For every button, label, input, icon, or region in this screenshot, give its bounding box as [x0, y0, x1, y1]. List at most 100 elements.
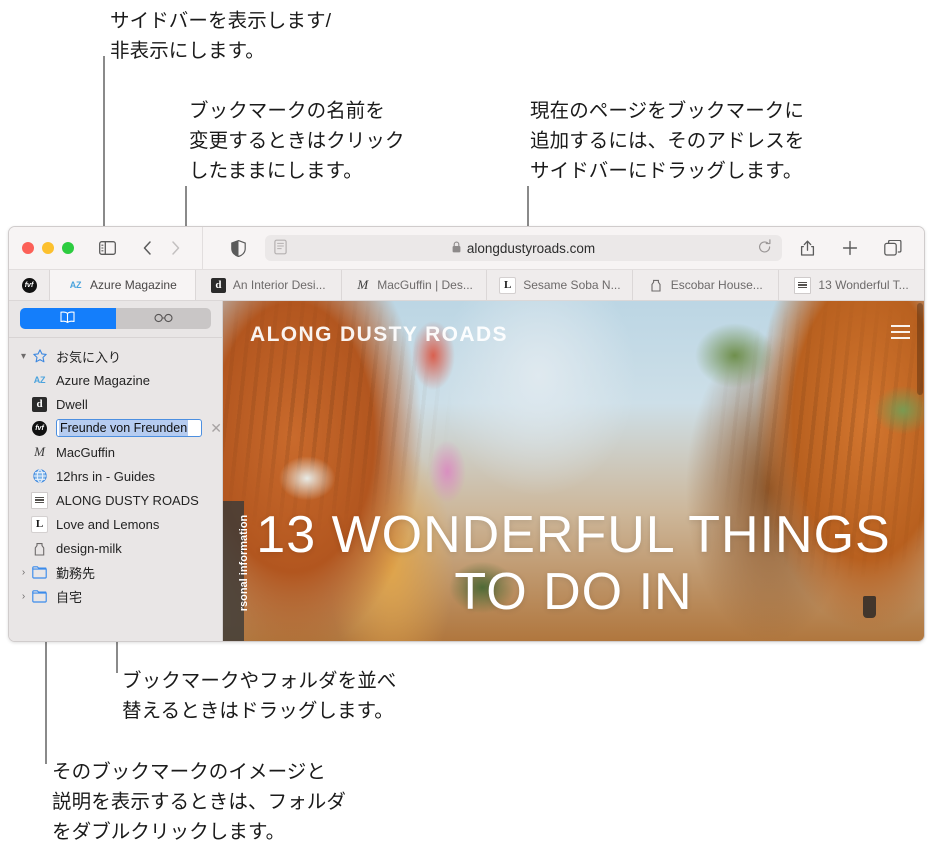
reader-view-icon[interactable]: [274, 239, 287, 260]
hamburger-icon[interactable]: [891, 325, 910, 339]
lock-icon: [452, 241, 461, 256]
folder-label: 勤務先: [56, 563, 95, 582]
macguffin-icon: M: [30, 444, 49, 461]
az-icon: AZ: [68, 278, 83, 293]
tab-13-wonderful-things[interactable]: 13 Wonderful T...: [779, 270, 924, 300]
bookmark-folder-row-home[interactable]: › 自宅: [9, 584, 222, 608]
bookmarks-sidebar: ▾ お気に入り AZ Azure Magazine d Dwell: [9, 301, 223, 642]
folder-icon: [30, 564, 49, 581]
bookmark-label: ALONG DUSTY ROADS: [56, 493, 199, 508]
tab-overview-icon[interactable]: [878, 235, 908, 261]
web-page-content: ALONG DUSTY ROADS 13 WONDERFUL THINGS TO…: [223, 301, 924, 642]
chevron-right-icon[interactable]: ›: [17, 567, 30, 578]
bookmarks-group-favorites[interactable]: ▾ お気に入り: [9, 344, 222, 368]
bookmark-row-12hrs-in-guides[interactable]: 12hrs in - Guides: [9, 464, 222, 488]
segment-bookmarks[interactable]: [20, 308, 116, 329]
toolbar-right-actions: [792, 235, 908, 261]
bookmark-row-design-milk[interactable]: design-milk: [9, 536, 222, 560]
bookmark-rename-value: Freunde von Freunden: [59, 420, 188, 436]
tab-escobar-house[interactable]: Escobar House...: [633, 270, 779, 300]
bookmark-rename-input[interactable]: Freunde von Freunden: [56, 419, 202, 437]
sidebar-segmented-control-wrap: [9, 301, 222, 338]
chevron-right-icon[interactable]: [160, 235, 190, 261]
annotation-reorder: ブックマークやフォルダを並べ 替えるときはドラッグします。: [122, 666, 396, 726]
street-lamp-decor: [863, 596, 876, 618]
group-label: お気に入り: [56, 347, 121, 366]
url-text: alongdustyroads.com: [467, 241, 595, 256]
macguffin-icon: M: [355, 278, 370, 293]
along-dusty-roads-icon: [30, 492, 49, 509]
bookmark-row-freunde-von-freunden[interactable]: fvf Freunde von Freunden ✕: [9, 416, 222, 440]
bookmark-label: Dwell: [56, 397, 88, 412]
zoom-window-button[interactable]: [62, 242, 74, 254]
annotation-add-bookmark: 現在のページをブックマークに 追加するには、そのアドレスを サイドバーにドラッグ…: [530, 96, 804, 186]
chevron-down-icon[interactable]: ▾: [17, 351, 30, 362]
fvf-icon: fvf: [22, 278, 37, 293]
url-display[interactable]: alongdustyroads.com: [452, 241, 595, 256]
glasses-icon: [154, 310, 173, 328]
fvf-icon: fvf: [30, 420, 49, 437]
folder-icon: [30, 588, 49, 605]
bookmark-row-dwell[interactable]: d Dwell: [9, 392, 222, 416]
tab-label: Sesame Soba N...: [523, 278, 620, 292]
tab-label: An Interior Desi...: [233, 278, 326, 292]
love-lemons-icon: L: [30, 516, 49, 533]
tab-label: MacGuffin | Des...: [377, 278, 473, 292]
privacy-shield-icon[interactable]: [223, 235, 253, 261]
bookmark-label: Azure Magazine: [56, 373, 150, 388]
tab-label: Escobar House...: [671, 278, 763, 292]
bookmark-label: design-milk: [56, 541, 122, 556]
star-icon: [30, 348, 49, 365]
safari-window: alongdustyroads.com: [8, 226, 925, 642]
bookmark-row-azure-magazine[interactable]: AZ Azure Magazine: [9, 368, 222, 392]
minimize-window-button[interactable]: [42, 242, 54, 254]
toolbar-divider: [202, 227, 203, 269]
annotation-sidebar-toggle: サイドバーを表示します/ 非表示にします。: [110, 6, 331, 66]
chevron-left-icon[interactable]: [132, 235, 162, 261]
clear-x-icon[interactable]: ✕: [210, 420, 222, 437]
page-scrollbar[interactable]: [917, 303, 923, 395]
tab-bar: fvf AZ Azure Magazine d An Interior Desi…: [9, 270, 924, 301]
book-icon: [60, 310, 75, 328]
tab-label: Azure Magazine: [90, 278, 177, 292]
az-icon: AZ: [30, 372, 49, 389]
love-lemons-icon: L: [499, 277, 516, 294]
annotation-rename-bookmark: ブックマークの名前を 変更するときはクリック したままにします。: [189, 96, 405, 186]
folder-label: 自宅: [56, 587, 82, 606]
bookmarks-list: ▾ お気に入り AZ Azure Magazine d Dwell: [9, 338, 222, 642]
bookmark-folder-row-work[interactable]: › 勤務先: [9, 560, 222, 584]
sidebar-segmented-control[interactable]: [20, 308, 211, 329]
globe-icon: [30, 468, 49, 485]
tab-row-favicon[interactable]: fvf: [9, 270, 50, 300]
site-logo-text[interactable]: ALONG DUSTY ROADS: [250, 323, 508, 347]
share-icon[interactable]: [792, 235, 822, 261]
tab-sesame-soba[interactable]: L Sesame Soba N...: [487, 270, 633, 300]
tab-label: 13 Wonderful T...: [818, 278, 908, 292]
tab-macguffin[interactable]: M MacGuffin | Des...: [342, 270, 488, 300]
sidebar-icon[interactable]: [92, 235, 122, 261]
bookmark-row-macguffin[interactable]: M MacGuffin: [9, 440, 222, 464]
annotation-folder-doubleclick: そのブックマークのイメージと 説明を表示するときは、フォルダ をダブルクリックし…: [52, 757, 346, 847]
bookmark-row-love-and-lemons[interactable]: L Love and Lemons: [9, 512, 222, 536]
plus-icon[interactable]: [835, 235, 865, 261]
bookmark-label: 12hrs in - Guides: [56, 469, 155, 484]
reload-icon[interactable]: [758, 239, 772, 260]
design-milk-icon: [649, 278, 664, 293]
chevron-right-icon[interactable]: ›: [17, 591, 30, 602]
close-window-button[interactable]: [22, 242, 34, 254]
bookmark-label: MacGuffin: [56, 445, 115, 460]
segment-reading-list[interactable]: [116, 308, 212, 329]
privacy-side-banner[interactable]: rsonal information: [223, 501, 244, 642]
window-traffic-lights: [22, 242, 74, 254]
along-dusty-roads-icon: [794, 277, 811, 294]
design-milk-icon: [30, 540, 49, 557]
leader-line-sidebar-toggle: [103, 56, 105, 244]
dwell-icon: d: [211, 278, 226, 293]
bookmark-label: Love and Lemons: [56, 517, 159, 532]
hero-headline: 13 WONDERFUL THINGS TO DO IN: [223, 507, 924, 621]
window-content: ▾ お気に入り AZ Azure Magazine d Dwell: [9, 301, 924, 642]
tab-an-interior-design[interactable]: d An Interior Desi...: [196, 270, 342, 300]
address-bar[interactable]: alongdustyroads.com: [265, 235, 782, 261]
bookmark-row-along-dusty-roads[interactable]: ALONG DUSTY ROADS: [9, 488, 222, 512]
tab-azure-magazine[interactable]: AZ Azure Magazine: [50, 270, 196, 300]
